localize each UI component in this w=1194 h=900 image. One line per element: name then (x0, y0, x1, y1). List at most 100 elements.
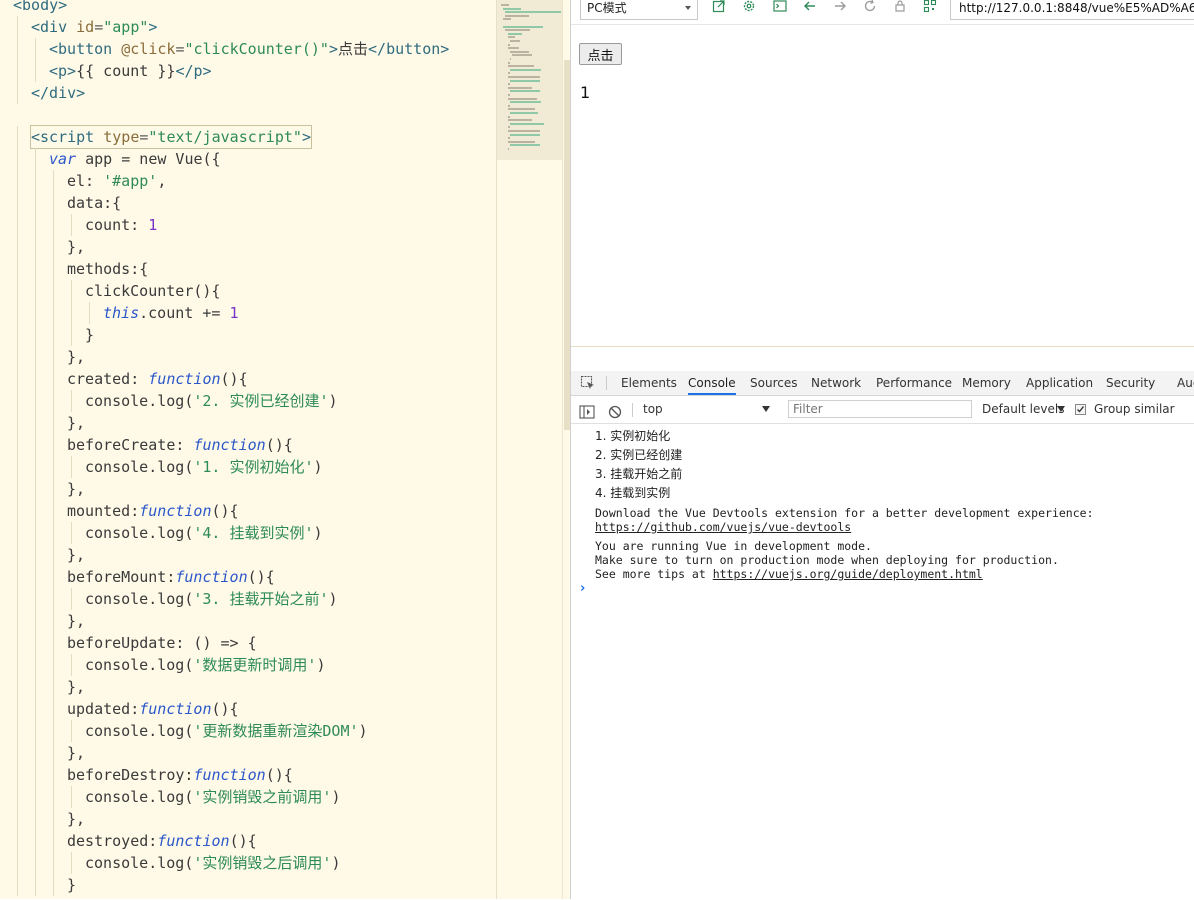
clear-console-icon[interactable] (608, 402, 622, 419)
inspect-element-icon[interactable] (580, 375, 596, 391)
group-similar-checkbox[interactable] (1075, 404, 1086, 415)
console-prompt-icon[interactable]: › (580, 581, 585, 596)
code-line[interactable]: }, (0, 478, 496, 500)
indent-guide (17, 38, 18, 60)
minimap-line (507, 108, 535, 111)
tab-memory[interactable]: Memory (962, 371, 1011, 395)
code-line[interactable]: beforeCreate: function(){ (0, 434, 496, 456)
open-external-icon[interactable] (710, 0, 728, 17)
code-line[interactable]: count: 1 (0, 214, 496, 236)
code-line[interactable]: }, (0, 236, 496, 258)
devtools-tabbar: Elements Console Sources Network Performance… (571, 371, 1194, 396)
indent-guide (53, 742, 54, 764)
code-line[interactable]: beforeMount:function(){ (0, 566, 496, 588)
code-token: </div> (31, 84, 86, 102)
code-line[interactable]: }, (0, 610, 496, 632)
terminal-icon[interactable] (771, 0, 789, 17)
indent-guide (17, 368, 18, 390)
indent-guide (53, 192, 54, 214)
code-line[interactable]: destroyed:function(){ (0, 830, 496, 852)
code-token: '数据更新时调用' (193, 656, 317, 674)
qr-code-icon[interactable] (921, 0, 939, 17)
tab-security[interactable]: Security (1106, 371, 1155, 395)
code-line[interactable]: }, (0, 676, 496, 698)
code-line[interactable]: clickCounter(){ (0, 280, 496, 302)
code-line[interactable]: console.log('1. 实例初始化') (0, 456, 496, 478)
minimap[interactable] (496, 0, 563, 899)
code-line[interactable]: <p>{{ count }}</p> (0, 60, 496, 82)
indent-guide (35, 148, 36, 170)
code-line[interactable]: } (0, 324, 496, 346)
code-token: ) (328, 590, 338, 608)
code-line[interactable]: <button @click="clickCounter()">点击</butt… (0, 38, 496, 60)
chevron-down-icon[interactable] (1057, 406, 1065, 412)
code-line[interactable]: data:{ (0, 192, 496, 214)
tab-console[interactable]: Console (688, 371, 736, 395)
code-line[interactable]: beforeDestroy:function(){ (0, 764, 496, 786)
code-line[interactable]: <div id="app"> (0, 16, 496, 38)
mode-select[interactable]: PC模式 (580, 0, 698, 20)
console-link[interactable]: https://github.com/vuejs/vue-devtools (595, 520, 851, 534)
tab-elements[interactable]: Elements (621, 371, 677, 395)
settings-icon[interactable] (740, 0, 758, 17)
sidebar-toggle-icon[interactable] (579, 402, 595, 419)
log-levels-select[interactable]: Default levels (982, 396, 1064, 423)
code-line[interactable]: methods:{ (0, 258, 496, 280)
click-counter-button[interactable]: 点击 (579, 43, 622, 65)
code-line[interactable]: var app = new Vue({ (0, 148, 496, 170)
code-line[interactable]: }, (0, 742, 496, 764)
minimap-line (509, 101, 541, 104)
indent-guide (35, 214, 36, 236)
code-line[interactable]: </div> (0, 82, 496, 104)
context-select[interactable]: top (643, 396, 663, 423)
lock-icon[interactable] (891, 0, 909, 17)
chevron-down-icon[interactable] (762, 406, 770, 412)
code-line[interactable]: }, (0, 412, 496, 434)
code-line[interactable]: <script type="text/javascript"> (0, 125, 496, 149)
code-line[interactable]: console.log('实例销毁之前调用') (0, 786, 496, 808)
code-line[interactable]: }, (0, 808, 496, 830)
tab-sources[interactable]: Sources (750, 371, 797, 395)
tab-application[interactable]: Application (1026, 371, 1093, 395)
code-content[interactable]: <body> <div id="app"> <button @click="clic… (0, 0, 496, 896)
back-arrow-icon[interactable] (801, 0, 819, 17)
code-line[interactable]: this.count += 1 (0, 302, 496, 324)
code-line[interactable]: console.log('实例销毁之后调用') (0, 852, 496, 874)
code-line[interactable]: mounted:function(){ (0, 500, 496, 522)
code-line[interactable]: console.log('3. 挂载开始之前') (0, 588, 496, 610)
code-line[interactable]: console.log('更新数据重新渲染DOM') (0, 720, 496, 742)
code-text: }, (67, 808, 85, 830)
code-line[interactable]: console.log('2. 实例已经创建') (0, 390, 496, 412)
console-link[interactable]: https://vuejs.org/guide/deployment.html (713, 567, 983, 581)
code-line[interactable]: el: '#app', (0, 170, 496, 192)
code-text: }, (67, 676, 85, 698)
tab-network[interactable]: Network (811, 371, 861, 395)
tab-performance[interactable]: Performance (876, 371, 952, 395)
forward-arrow-icon[interactable] (831, 0, 849, 17)
code-token: > (301, 128, 311, 146)
code-line[interactable]: console.log('数据更新时调用') (0, 654, 496, 676)
url-bar[interactable]: http://127.0.0.1:8848/vue%E5%AD%A6%E (950, 0, 1194, 20)
code-line[interactable]: beforeUpdate: () => { (0, 632, 496, 654)
code-line[interactable]: }, (0, 544, 496, 566)
refresh-icon[interactable] (861, 0, 879, 17)
code-token: id (76, 18, 95, 36)
minimap-line (507, 86, 533, 89)
code-line[interactable]: <body> (0, 0, 496, 16)
code-editor[interactable]: <body> <div id="app"> <button @click="clic… (0, 0, 496, 899)
code-token: <p> (49, 62, 77, 80)
code-line[interactable]: created: function(){ (0, 368, 496, 390)
indent-guide (53, 786, 54, 808)
console-message-text: 3. 挂载开始之前 (595, 467, 683, 481)
code-line[interactable]: updated:function(){ (0, 698, 496, 720)
code-line[interactable] (0, 104, 496, 126)
indent-guide (17, 588, 18, 610)
indent-guide (17, 434, 18, 456)
tab-audi[interactable]: Audi (1177, 371, 1194, 395)
code-line[interactable]: } (0, 874, 496, 896)
code-line[interactable]: console.log('4. 挂载到实例') (0, 522, 496, 544)
log-levels-label: Default levels (982, 402, 1065, 416)
filter-input[interactable] (788, 400, 972, 418)
code-line[interactable]: }, (0, 346, 496, 368)
code-text: console.log('4. 挂载到实例') (85, 522, 323, 544)
